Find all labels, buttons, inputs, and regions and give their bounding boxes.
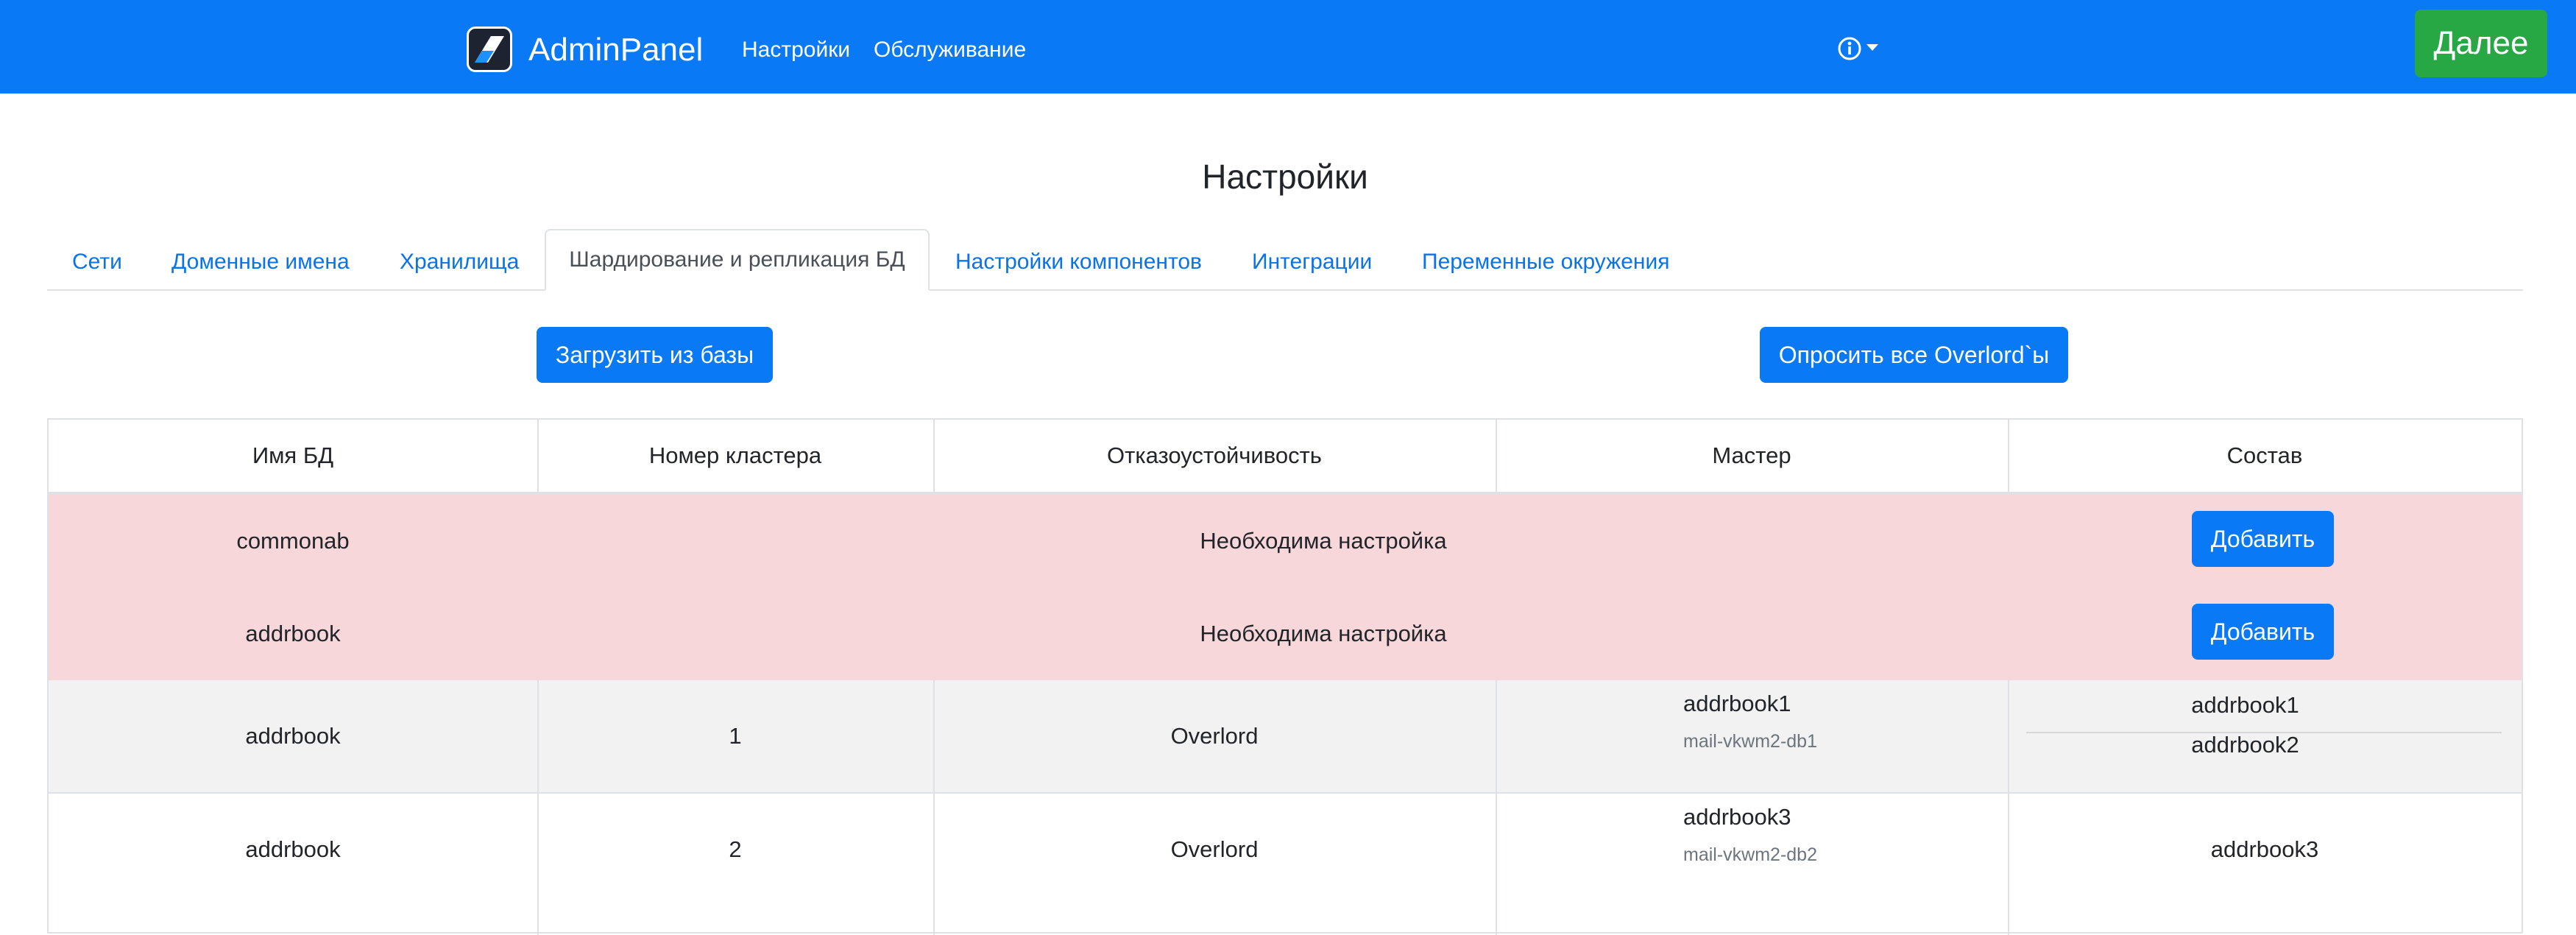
table-cell-status: Необходима настройка [1200,621,1447,646]
app-logo-icon [467,27,512,72]
tabs-divider [47,289,2523,291]
chevron-down-icon [1866,43,1878,51]
add-member-button[interactable]: Добавить [2192,604,2334,660]
table-cell-db: addrbook [245,621,341,646]
nav-maintenance[interactable]: Обслуживание [874,35,1026,65]
header-members: Состав [2226,442,2303,468]
member-item: addrbook2 [2191,732,2299,758]
table-cell-fault-tolerance: Overlord [1170,723,1259,749]
column-divider [1496,680,1497,935]
header-db-name: Имя БД [252,442,334,468]
column-divider [2008,420,2009,492]
tab-storages[interactable]: Хранилища [400,247,519,277]
table-header-row: Имя БД Номер кластера Отказоустойчивость… [49,420,2522,492]
table-cell-status: Необходима настройка [1200,528,1447,554]
master-host: mail-vkwm2-db2 [1683,844,1817,865]
table-cell-db: addrbook [245,723,341,749]
master-name: addrbook1 [1683,691,1791,716]
top-navbar: AdminPanel Настройки Обслуживание Далее [0,0,2576,94]
table-cell-db: addrbook [245,836,341,862]
table-cell-cluster: 2 [729,836,742,862]
column-divider [933,680,935,935]
table-cell-fault-tolerance: Overlord [1170,836,1259,862]
member-item: addrbook3 [2210,836,2319,862]
column-divider [537,680,539,935]
column-divider [1496,420,1497,492]
add-member-button[interactable]: Добавить [2192,511,2334,567]
nav-settings[interactable]: Настройки [742,35,850,65]
member-item: addrbook1 [2191,692,2299,718]
page-title: Настройки [1202,158,1368,196]
column-divider [2008,680,2009,935]
tab-environment-variables[interactable]: Переменные окружения [1422,247,1669,277]
table-row: addrbook 1 Overlord addrbook1 mail-vkwm2… [49,680,2522,792]
load-from-db-button[interactable]: Загрузить из базы [537,327,773,383]
table-row: addrbook 2 Overlord addrbook3 mail-vkwm2… [49,794,2522,932]
table-cell-cluster: 1 [729,723,742,749]
tab-component-settings[interactable]: Настройки компонентов [955,247,1202,277]
header-fault-tolerance: Отказоустойчивость [1107,442,1322,468]
column-divider [537,420,539,492]
header-master: Мастер [1712,442,1791,468]
table-cell-db: commonab [236,528,350,554]
tab-networks[interactable]: Сети [72,247,122,277]
next-button[interactable]: Далее [2415,10,2547,77]
tab-integrations[interactable]: Интеграции [1252,247,1372,277]
header-cluster-number: Номер кластера [648,442,822,468]
info-dropdown[interactable] [1837,34,1878,63]
tab-sharding-replication[interactable]: Шардирование и репликация БД [545,229,930,291]
column-divider [933,420,935,492]
master-host: mail-vkwm2-db1 [1683,731,1817,752]
db-replication-table: Имя БД Номер кластера Отказоустойчивость… [47,418,2523,935]
master-name: addrbook3 [1683,804,1791,830]
poll-overlords-button[interactable]: Опросить все Overlord`ы [1760,327,2068,383]
info-icon [1838,37,1861,60]
tab-domain-names[interactable]: Доменные имена [171,247,350,277]
alert-rows-group: commonab Необходима настройка Добавить a… [49,495,2522,680]
brand-name[interactable]: AdminPanel [528,29,703,71]
